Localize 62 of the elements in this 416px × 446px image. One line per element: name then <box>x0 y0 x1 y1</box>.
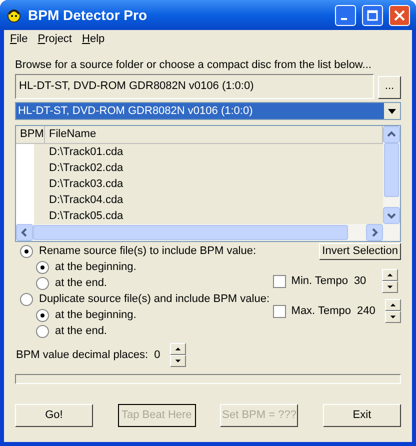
list-row[interactable]: D:\Track03.cda <box>34 176 383 192</box>
close-icon <box>394 10 405 20</box>
radio-label: at the beginning. <box>55 308 136 323</box>
checkbox[interactable] <box>273 304 286 318</box>
horizontal-scrollbar[interactable] <box>16 224 400 241</box>
combo-value: HL-DT-ST, DVD-ROM GDR8082N v0106 (1:0:0) <box>16 103 384 119</box>
window-title: BPM Detector Pro <box>28 6 148 24</box>
radio-button[interactable] <box>36 324 49 338</box>
action-button[interactable]: Go! <box>15 404 93 427</box>
tempo-label: Max. Tempo <box>291 304 351 319</box>
decimal-places-spinner[interactable] <box>170 343 186 367</box>
file-name: D:\Track02.cda <box>48 161 124 176</box>
decimal-places-value: 0 <box>154 348 162 363</box>
checkbox[interactable] <box>273 274 286 288</box>
menu-item[interactable]: Project <box>38 30 72 48</box>
maximize-icon <box>367 10 378 20</box>
list-row[interactable]: D:\Track04.cda <box>34 192 383 208</box>
file-name: D:\Track04.cda <box>48 193 124 208</box>
action-button[interactable]: Exit <box>322 404 401 427</box>
scroll-right-icon[interactable] <box>366 224 383 241</box>
minimize-button[interactable] <box>335 4 356 26</box>
minimize-icon <box>341 18 347 20</box>
scroll-thumb[interactable] <box>384 143 399 197</box>
source-label: Browse for a source folder or choose a compact disc from the list below... <box>15 58 372 73</box>
list-row[interactable]: D:\Track01.cda <box>34 144 383 160</box>
vertical-scrollbar[interactable] <box>383 126 400 224</box>
scroll-up-icon[interactable] <box>383 126 400 143</box>
close-button[interactable] <box>389 4 410 26</box>
tempo-value: 30 <box>354 274 368 289</box>
radio-button[interactable] <box>20 292 33 306</box>
radio-label: Rename source file(s) to include BPM value: <box>39 244 256 259</box>
source-field[interactable]: HL-DT-ST, DVD-ROM GDR8082N v0106 (1:0:0) <box>15 74 374 99</box>
tempo-spinner[interactable] <box>385 299 401 323</box>
menu-item[interactable]: File <box>10 30 28 48</box>
browse-button[interactable]: ... <box>378 76 401 99</box>
app-icon <box>6 7 22 23</box>
radio-label: at the end. <box>55 324 107 339</box>
drive-combo[interactable]: HL-DT-ST, DVD-ROM GDR8082N v0106 (1:0:0) <box>15 102 401 120</box>
list-row[interactable]: D:\Track02.cda <box>34 160 383 176</box>
file-name: D:\Track05.cda <box>48 209 124 224</box>
file-name: D:\Track03.cda <box>48 177 124 192</box>
tempo-value: 240 <box>357 304 376 319</box>
radio-button[interactable] <box>36 260 49 274</box>
maximize-button[interactable] <box>362 4 383 26</box>
radio-label: at the end. <box>55 276 107 291</box>
scroll-thumb[interactable] <box>33 225 348 240</box>
file-name: D:\Track01.cda <box>48 145 124 160</box>
menu-item[interactable]: Help <box>82 30 105 48</box>
scroll-left-icon[interactable] <box>16 224 33 241</box>
tempo-spinner[interactable] <box>382 269 398 293</box>
radio-button[interactable] <box>36 308 49 322</box>
radio-button[interactable] <box>36 276 49 290</box>
decimal-places-label: BPM value decimal places: <box>16 348 148 363</box>
scroll-down-icon[interactable] <box>383 207 400 224</box>
column-header[interactable]: BPM <box>16 126 45 143</box>
radio-button[interactable] <box>20 244 33 258</box>
radio-label: Duplicate source file(s) and include BPM value: <box>39 292 270 307</box>
file-list[interactable]: BPM FileName D:\Track01.cda D:\Track02.cda D:\Track03.cda D:\Track04.cda D:\Track05.cda <box>15 125 401 242</box>
list-row[interactable]: D:\Track05.cda <box>34 208 383 224</box>
invert-selection-button[interactable]: Invert Selection <box>319 243 401 260</box>
radio-label: at the beginning. <box>55 260 136 275</box>
tempo-label: Min. Tempo <box>291 274 348 289</box>
